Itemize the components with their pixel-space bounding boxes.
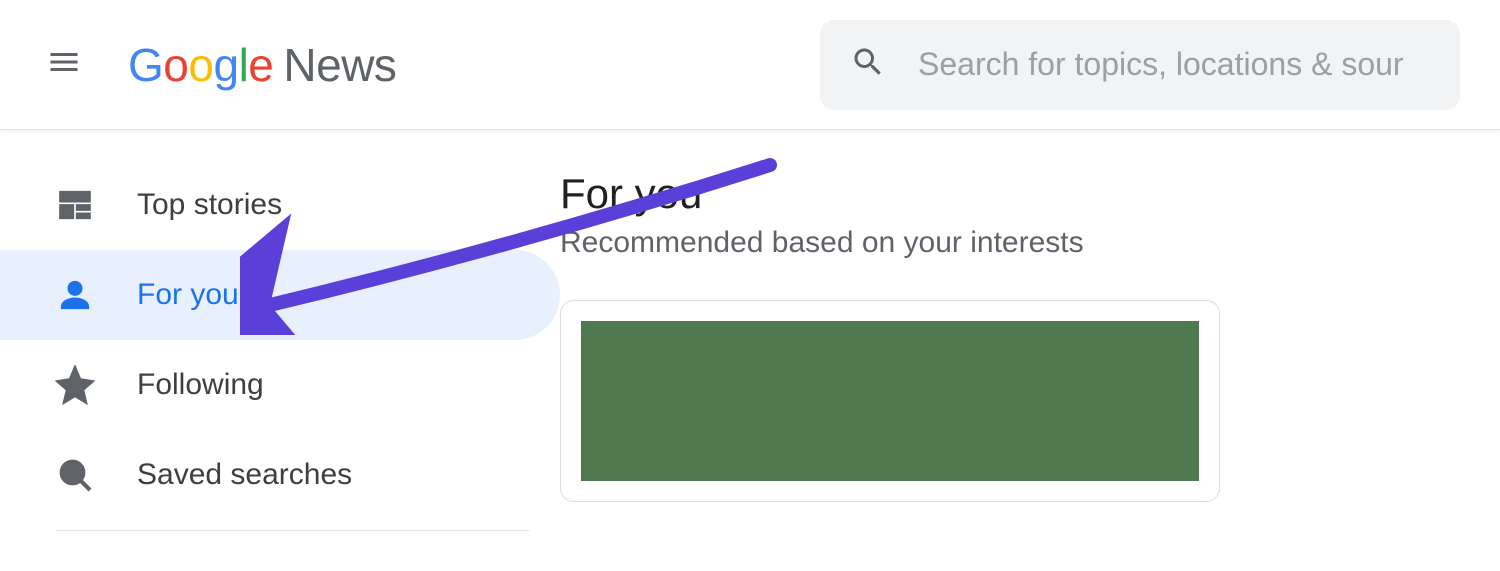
sidebar: Top stories For you Following Saved sear… [0,130,560,531]
main-content: For you Recommended based on your intere… [560,130,1500,531]
search-icon [55,455,95,495]
app-logo-suffix: News [283,38,396,92]
page-title: For you [560,170,1500,218]
hamburger-icon [46,44,82,85]
story-thumbnail [581,321,1199,481]
search-box[interactable] [820,20,1460,110]
top-stories-icon [55,185,95,225]
sidebar-item-label: Saved searches [137,458,352,492]
sidebar-item-for-you[interactable]: For you [0,250,560,340]
sidebar-item-saved-searches[interactable]: Saved searches [0,430,560,520]
sidebar-item-top-stories[interactable]: Top stories [0,160,560,250]
star-icon [55,365,95,405]
header: Google News [0,0,1500,130]
search-input[interactable] [916,45,1430,84]
sidebar-item-label: Following [137,368,264,402]
person-icon [55,275,95,315]
sidebar-item-label: Top stories [137,188,282,222]
story-card[interactable] [560,300,1220,502]
sidebar-divider [55,530,530,531]
app-logo[interactable]: Google News [128,38,396,92]
sidebar-item-label: For you [137,278,239,312]
page-subtitle: Recommended based on your interests [560,226,1500,260]
sidebar-item-following[interactable]: Following [0,340,560,430]
menu-button[interactable] [40,41,88,89]
search-icon [850,44,916,85]
